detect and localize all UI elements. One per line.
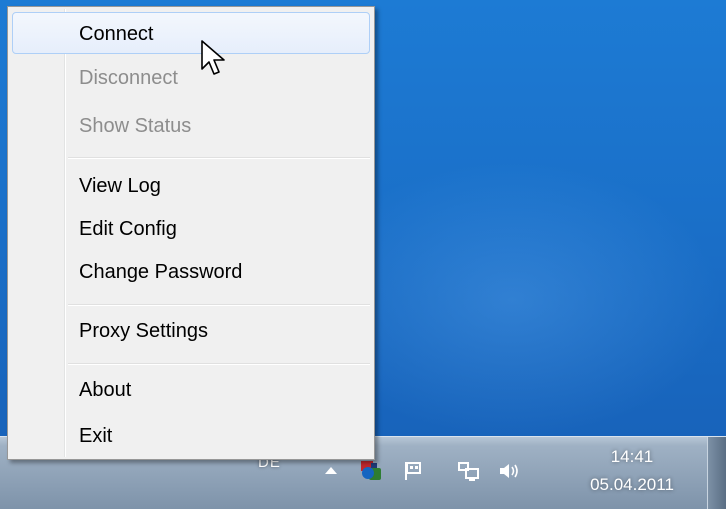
- tray-context-menu: Connect Disconnect Show Status View Log …: [7, 6, 375, 460]
- menu-item-label: Proxy Settings: [79, 320, 208, 342]
- menu-item-change-password[interactable]: Change Password: [12, 251, 370, 293]
- volume-icon[interactable]: [496, 458, 522, 484]
- show-hidden-icons-arrow-icon[interactable]: [318, 458, 344, 484]
- menu-item-label: Edit Config: [79, 218, 177, 240]
- menu-item-label: Connect: [79, 23, 154, 45]
- menu-separator: [68, 304, 370, 306]
- menu-item-label: Change Password: [79, 261, 243, 283]
- menu-item-exit[interactable]: Exit: [12, 415, 370, 457]
- openvpn-icon[interactable]: [358, 458, 384, 484]
- menu-item-about[interactable]: About: [12, 369, 370, 411]
- menu-item-label: View Log: [79, 175, 161, 197]
- menu-item-show-status[interactable]: Show Status: [12, 105, 370, 147]
- show-desktop-button[interactable]: [707, 437, 726, 509]
- menu-item-label: Exit: [79, 425, 113, 447]
- menu-item-label: Show Status: [79, 115, 192, 137]
- wallpaper-glow: [360, 150, 726, 450]
- menu-item-label: About: [79, 379, 132, 401]
- menu-item-label: Disconnect: [79, 67, 178, 89]
- menu-item-connect[interactable]: Connect: [12, 12, 370, 54]
- menu-item-edit-config[interactable]: Edit Config: [12, 208, 370, 250]
- menu-item-disconnect[interactable]: Disconnect: [12, 57, 370, 99]
- taskbar-clock[interactable]: 14:41 05.04.2011: [574, 443, 690, 499]
- mouse-pointer-icon: [201, 40, 225, 75]
- clock-date: 05.04.2011: [590, 475, 674, 494]
- menu-separator: [68, 363, 370, 365]
- action-center-flag-icon[interactable]: [400, 458, 426, 484]
- network-icon[interactable]: [456, 458, 482, 484]
- menu-separator: [68, 157, 370, 159]
- clock-time: 14:41: [610, 447, 654, 466]
- menu-item-proxy-settings[interactable]: Proxy Settings: [12, 310, 370, 352]
- menu-item-view-log[interactable]: View Log: [12, 165, 370, 207]
